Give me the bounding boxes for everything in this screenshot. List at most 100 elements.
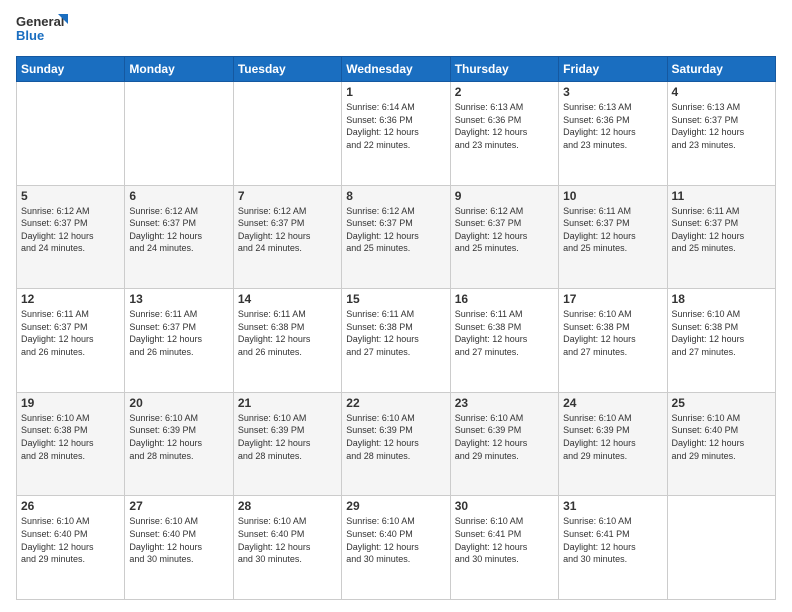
day-number: 21 <box>238 396 337 410</box>
page: GeneralBlue SundayMondayTuesdayWednesday… <box>0 0 792 612</box>
day-info: Sunrise: 6:11 AM Sunset: 6:37 PM Dayligh… <box>672 205 771 255</box>
svg-text:Blue: Blue <box>16 28 44 43</box>
day-info: Sunrise: 6:13 AM Sunset: 6:37 PM Dayligh… <box>672 101 771 151</box>
day-info: Sunrise: 6:10 AM Sunset: 6:39 PM Dayligh… <box>129 412 228 462</box>
day-info: Sunrise: 6:10 AM Sunset: 6:41 PM Dayligh… <box>455 515 554 565</box>
calendar-cell: 20 Sunrise: 6:10 AM Sunset: 6:39 PM Dayli… <box>125 392 233 496</box>
header: GeneralBlue <box>16 12 776 48</box>
calendar-cell: 26 Sunrise: 6:10 AM Sunset: 6:40 PM Dayli… <box>17 496 125 600</box>
calendar-cell <box>667 496 775 600</box>
calendar-cell: 24 Sunrise: 6:10 AM Sunset: 6:39 PM Dayli… <box>559 392 667 496</box>
calendar-cell: 22 Sunrise: 6:10 AM Sunset: 6:39 PM Dayli… <box>342 392 450 496</box>
calendar-week-row: 1 Sunrise: 6:14 AM Sunset: 6:36 PM Daylig… <box>17 82 776 186</box>
day-info: Sunrise: 6:14 AM Sunset: 6:36 PM Dayligh… <box>346 101 445 151</box>
day-info: Sunrise: 6:11 AM Sunset: 6:38 PM Dayligh… <box>238 308 337 358</box>
day-number: 20 <box>129 396 228 410</box>
calendar-cell: 18 Sunrise: 6:10 AM Sunset: 6:38 PM Dayli… <box>667 289 775 393</box>
day-number: 30 <box>455 499 554 513</box>
day-number: 11 <box>672 189 771 203</box>
day-info: Sunrise: 6:12 AM Sunset: 6:37 PM Dayligh… <box>346 205 445 255</box>
calendar-cell: 7 Sunrise: 6:12 AM Sunset: 6:37 PM Daylig… <box>233 185 341 289</box>
day-number: 2 <box>455 85 554 99</box>
day-info: Sunrise: 6:10 AM Sunset: 6:39 PM Dayligh… <box>238 412 337 462</box>
calendar-day-header: Wednesday <box>342 57 450 82</box>
calendar-cell: 10 Sunrise: 6:11 AM Sunset: 6:37 PM Dayli… <box>559 185 667 289</box>
day-info: Sunrise: 6:10 AM Sunset: 6:38 PM Dayligh… <box>563 308 662 358</box>
day-info: Sunrise: 6:10 AM Sunset: 6:40 PM Dayligh… <box>129 515 228 565</box>
calendar-day-header: Saturday <box>667 57 775 82</box>
day-info: Sunrise: 6:13 AM Sunset: 6:36 PM Dayligh… <box>455 101 554 151</box>
calendar-cell <box>233 82 341 186</box>
calendar-cell: 11 Sunrise: 6:11 AM Sunset: 6:37 PM Dayli… <box>667 185 775 289</box>
day-number: 4 <box>672 85 771 99</box>
calendar-day-header: Sunday <box>17 57 125 82</box>
day-info: Sunrise: 6:13 AM Sunset: 6:36 PM Dayligh… <box>563 101 662 151</box>
day-info: Sunrise: 6:10 AM Sunset: 6:40 PM Dayligh… <box>672 412 771 462</box>
calendar-cell: 9 Sunrise: 6:12 AM Sunset: 6:37 PM Daylig… <box>450 185 558 289</box>
calendar-week-row: 12Sunrise: 6:11 AM Sunset: 6:37 PM Dayli… <box>17 289 776 393</box>
calendar-cell: 1 Sunrise: 6:14 AM Sunset: 6:36 PM Daylig… <box>342 82 450 186</box>
day-info: Sunrise: 6:10 AM Sunset: 6:38 PM Dayligh… <box>21 412 120 462</box>
calendar-cell: 19 Sunrise: 6:10 AM Sunset: 6:38 PM Dayli… <box>17 392 125 496</box>
day-info: Sunrise: 6:10 AM Sunset: 6:41 PM Dayligh… <box>563 515 662 565</box>
day-number: 15 <box>346 292 445 306</box>
calendar-cell: 17 Sunrise: 6:10 AM Sunset: 6:38 PM Dayli… <box>559 289 667 393</box>
svg-text:General: General <box>16 14 64 29</box>
calendar-cell: 15Sunrise: 6:11 AM Sunset: 6:38 PM Dayli… <box>342 289 450 393</box>
day-info: Sunrise: 6:12 AM Sunset: 6:37 PM Dayligh… <box>455 205 554 255</box>
calendar-week-row: 5Sunrise: 6:12 AM Sunset: 6:37 PM Daylig… <box>17 185 776 289</box>
day-number: 13 <box>129 292 228 306</box>
calendar-table: SundayMondayTuesdayWednesdayThursdayFrid… <box>16 56 776 600</box>
calendar-cell: 4 Sunrise: 6:13 AM Sunset: 6:37 PM Daylig… <box>667 82 775 186</box>
calendar-day-header: Tuesday <box>233 57 341 82</box>
calendar-day-header: Thursday <box>450 57 558 82</box>
calendar-cell: 5Sunrise: 6:12 AM Sunset: 6:37 PM Daylig… <box>17 185 125 289</box>
day-number: 10 <box>563 189 662 203</box>
day-number: 26 <box>21 499 120 513</box>
calendar-header-row: SundayMondayTuesdayWednesdayThursdayFrid… <box>17 57 776 82</box>
day-number: 19 <box>21 396 120 410</box>
calendar-cell: 27Sunrise: 6:10 AM Sunset: 6:40 PM Dayli… <box>125 496 233 600</box>
calendar-week-row: 26 Sunrise: 6:10 AM Sunset: 6:40 PM Dayli… <box>17 496 776 600</box>
calendar-cell: 30 Sunrise: 6:10 AM Sunset: 6:41 PM Dayli… <box>450 496 558 600</box>
day-info: Sunrise: 6:11 AM Sunset: 6:37 PM Dayligh… <box>563 205 662 255</box>
logo: GeneralBlue <box>16 12 68 48</box>
day-number: 17 <box>563 292 662 306</box>
calendar-day-header: Friday <box>559 57 667 82</box>
day-number: 22 <box>346 396 445 410</box>
day-number: 28 <box>238 499 337 513</box>
day-info: Sunrise: 6:10 AM Sunset: 6:38 PM Dayligh… <box>672 308 771 358</box>
day-number: 9 <box>455 189 554 203</box>
day-number: 7 <box>238 189 337 203</box>
calendar-cell: 21 Sunrise: 6:10 AM Sunset: 6:39 PM Dayli… <box>233 392 341 496</box>
calendar-cell: 12Sunrise: 6:11 AM Sunset: 6:37 PM Dayli… <box>17 289 125 393</box>
day-info: Sunrise: 6:10 AM Sunset: 6:40 PM Dayligh… <box>346 515 445 565</box>
day-info: Sunrise: 6:12 AM Sunset: 6:37 PM Dayligh… <box>129 205 228 255</box>
day-info: Sunrise: 6:10 AM Sunset: 6:39 PM Dayligh… <box>346 412 445 462</box>
calendar-cell: 8Sunrise: 6:12 AM Sunset: 6:37 PM Daylig… <box>342 185 450 289</box>
calendar-cell: 14Sunrise: 6:11 AM Sunset: 6:38 PM Dayli… <box>233 289 341 393</box>
day-info: Sunrise: 6:10 AM Sunset: 6:39 PM Dayligh… <box>563 412 662 462</box>
calendar-cell: 6Sunrise: 6:12 AM Sunset: 6:37 PM Daylig… <box>125 185 233 289</box>
day-info: Sunrise: 6:11 AM Sunset: 6:37 PM Dayligh… <box>129 308 228 358</box>
calendar-day-header: Monday <box>125 57 233 82</box>
calendar-cell: 2 Sunrise: 6:13 AM Sunset: 6:36 PM Daylig… <box>450 82 558 186</box>
day-info: Sunrise: 6:12 AM Sunset: 6:37 PM Dayligh… <box>21 205 120 255</box>
day-info: Sunrise: 6:11 AM Sunset: 6:37 PM Dayligh… <box>21 308 120 358</box>
day-number: 18 <box>672 292 771 306</box>
day-number: 29 <box>346 499 445 513</box>
calendar-cell: 25 Sunrise: 6:10 AM Sunset: 6:40 PM Dayli… <box>667 392 775 496</box>
day-number: 1 <box>346 85 445 99</box>
day-number: 24 <box>563 396 662 410</box>
day-info: Sunrise: 6:10 AM Sunset: 6:40 PM Dayligh… <box>21 515 120 565</box>
day-number: 25 <box>672 396 771 410</box>
calendar-cell <box>17 82 125 186</box>
day-number: 3 <box>563 85 662 99</box>
calendar-cell: 28 Sunrise: 6:10 AM Sunset: 6:40 PM Dayli… <box>233 496 341 600</box>
day-info: Sunrise: 6:10 AM Sunset: 6:40 PM Dayligh… <box>238 515 337 565</box>
calendar-cell: 13 Sunrise: 6:11 AM Sunset: 6:37 PM Dayli… <box>125 289 233 393</box>
day-info: Sunrise: 6:10 AM Sunset: 6:39 PM Dayligh… <box>455 412 554 462</box>
calendar-cell <box>125 82 233 186</box>
calendar-cell: 31Sunrise: 6:10 AM Sunset: 6:41 PM Dayli… <box>559 496 667 600</box>
day-info: Sunrise: 6:12 AM Sunset: 6:37 PM Dayligh… <box>238 205 337 255</box>
